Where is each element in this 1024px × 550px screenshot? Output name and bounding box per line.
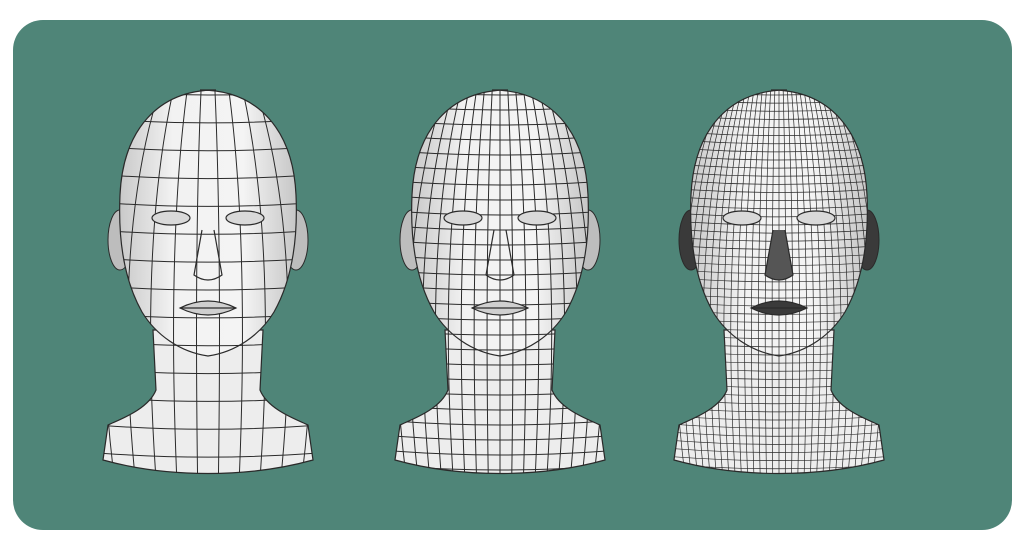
left-eye xyxy=(722,210,762,226)
illustration-panel xyxy=(13,20,1012,530)
right-eye xyxy=(796,210,836,226)
left-eye xyxy=(151,210,191,226)
left-eye xyxy=(443,210,483,226)
right-eye xyxy=(517,210,557,226)
head-models-scene xyxy=(13,20,1012,530)
right-eye xyxy=(225,210,265,226)
